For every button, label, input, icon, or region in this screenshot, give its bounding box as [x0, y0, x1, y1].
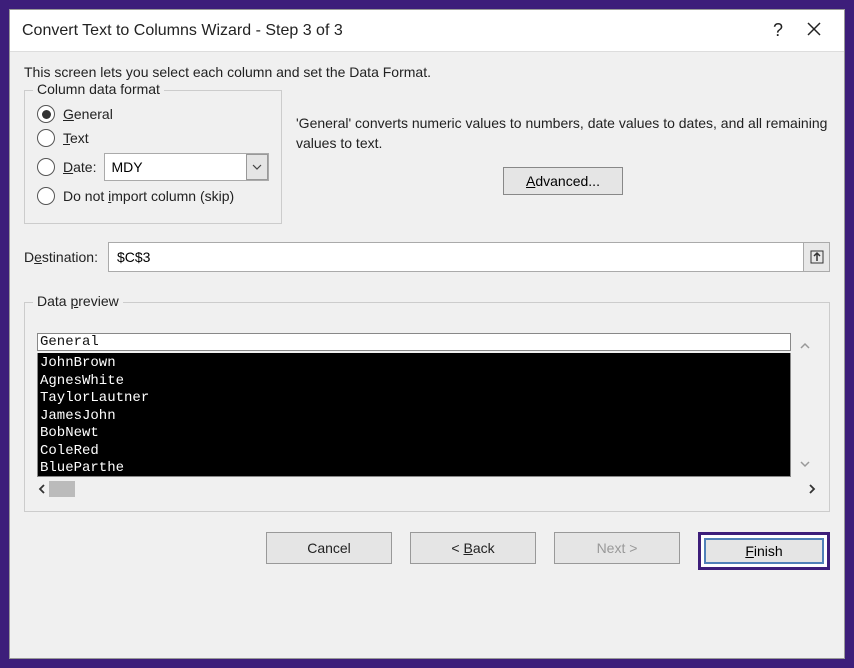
radio-date-row: Date: MDY [37, 153, 269, 181]
next-label: Next > [597, 540, 638, 556]
format-description: 'General' converts numeric values to num… [296, 114, 830, 153]
collapse-dialog-icon [810, 250, 824, 264]
right-column: 'General' converts numeric values to num… [296, 90, 830, 224]
cancel-button[interactable]: Cancel [266, 532, 392, 564]
finish-button-highlight: Finish [698, 532, 830, 570]
radio-date-label[interactable]: Date: [63, 159, 96, 175]
preview-data-box[interactable]: JohnBrown AgnesWhite TaylorLautner James… [37, 353, 791, 477]
horizontal-scrollbar[interactable] [37, 479, 817, 499]
radio-icon [37, 105, 55, 123]
radio-icon[interactable] [37, 158, 55, 176]
destination-label: Destination: [24, 249, 98, 265]
dialog-body: This screen lets you select each column … [10, 52, 844, 658]
radio-general[interactable]: General [37, 105, 269, 123]
destination-row: Destination: [24, 242, 830, 272]
back-button[interactable]: < Back [410, 532, 536, 564]
preview-row: JamesJohn [40, 408, 788, 426]
data-preview-group: Data preview General JohnBrown AgnesWhit… [24, 302, 830, 512]
preview-row: TaylorLautner [40, 390, 788, 408]
hscroll-track[interactable] [49, 481, 805, 497]
preview-row: JohnBrown [40, 355, 788, 373]
dialog-title: Convert Text to Columns Wizard - Step 3 … [22, 22, 760, 40]
titlebar: Convert Text to Columns Wizard - Step 3 … [10, 10, 844, 52]
preview-grid: General JohnBrown AgnesWhite TaylorLautn… [37, 333, 817, 499]
radio-icon [37, 129, 55, 147]
radio-icon [37, 187, 55, 205]
chevron-down-icon [799, 459, 811, 469]
destination-input[interactable] [109, 243, 803, 271]
column-format-legend: Column data format [33, 81, 164, 97]
date-format-select[interactable]: MDY [104, 153, 269, 181]
back-label: < Back [451, 540, 494, 556]
finish-button[interactable]: Finish [704, 538, 824, 564]
finish-label: Finish [745, 543, 782, 559]
radio-general-label: General [63, 106, 113, 122]
dialog-window: Convert Text to Columns Wizard - Step 3 … [9, 9, 845, 659]
range-picker-button[interactable] [803, 243, 829, 271]
dropdown-button[interactable] [246, 154, 268, 180]
next-button: Next > [554, 532, 680, 564]
chevron-right-icon [807, 483, 817, 495]
radio-skip-label: Do not import column (skip) [63, 188, 234, 204]
column-data-format-group: Column data format General Text Date: MD… [24, 90, 282, 224]
preview-row: BobNewt [40, 425, 788, 443]
advanced-button[interactable]: Advanced... [503, 167, 623, 195]
preview-row: BlueParthe [40, 460, 788, 477]
destination-input-wrap [108, 242, 830, 272]
chevron-left-icon [37, 483, 47, 495]
date-format-value: MDY [111, 159, 262, 175]
intro-text: This screen lets you select each column … [24, 64, 830, 80]
cancel-label: Cancel [307, 540, 351, 556]
radio-text-label: Text [63, 130, 89, 146]
preview-legend: Data preview [33, 293, 123, 309]
scroll-up-arrow[interactable] [799, 341, 811, 351]
scroll-down-arrow[interactable] [799, 459, 811, 469]
help-button[interactable]: ? [760, 20, 796, 41]
close-icon [807, 22, 821, 36]
chevron-down-icon [252, 164, 262, 170]
scroll-right-arrow[interactable] [807, 483, 817, 495]
preview-row: AgnesWhite [40, 373, 788, 391]
vertical-scrollbar[interactable] [793, 333, 817, 477]
advanced-button-label: Advanced... [526, 173, 600, 189]
preview-column-header[interactable]: General [37, 333, 791, 351]
preview-row: ColeRed [40, 443, 788, 461]
hscroll-thumb[interactable] [49, 481, 75, 497]
close-button[interactable] [796, 22, 832, 39]
button-bar: Cancel < Back Next > Finish [24, 528, 830, 570]
radio-skip[interactable]: Do not import column (skip) [37, 187, 269, 205]
chevron-up-icon [799, 341, 811, 351]
radio-text[interactable]: Text [37, 129, 269, 147]
scroll-left-arrow[interactable] [37, 483, 47, 495]
upper-section: Column data format General Text Date: MD… [24, 90, 830, 224]
